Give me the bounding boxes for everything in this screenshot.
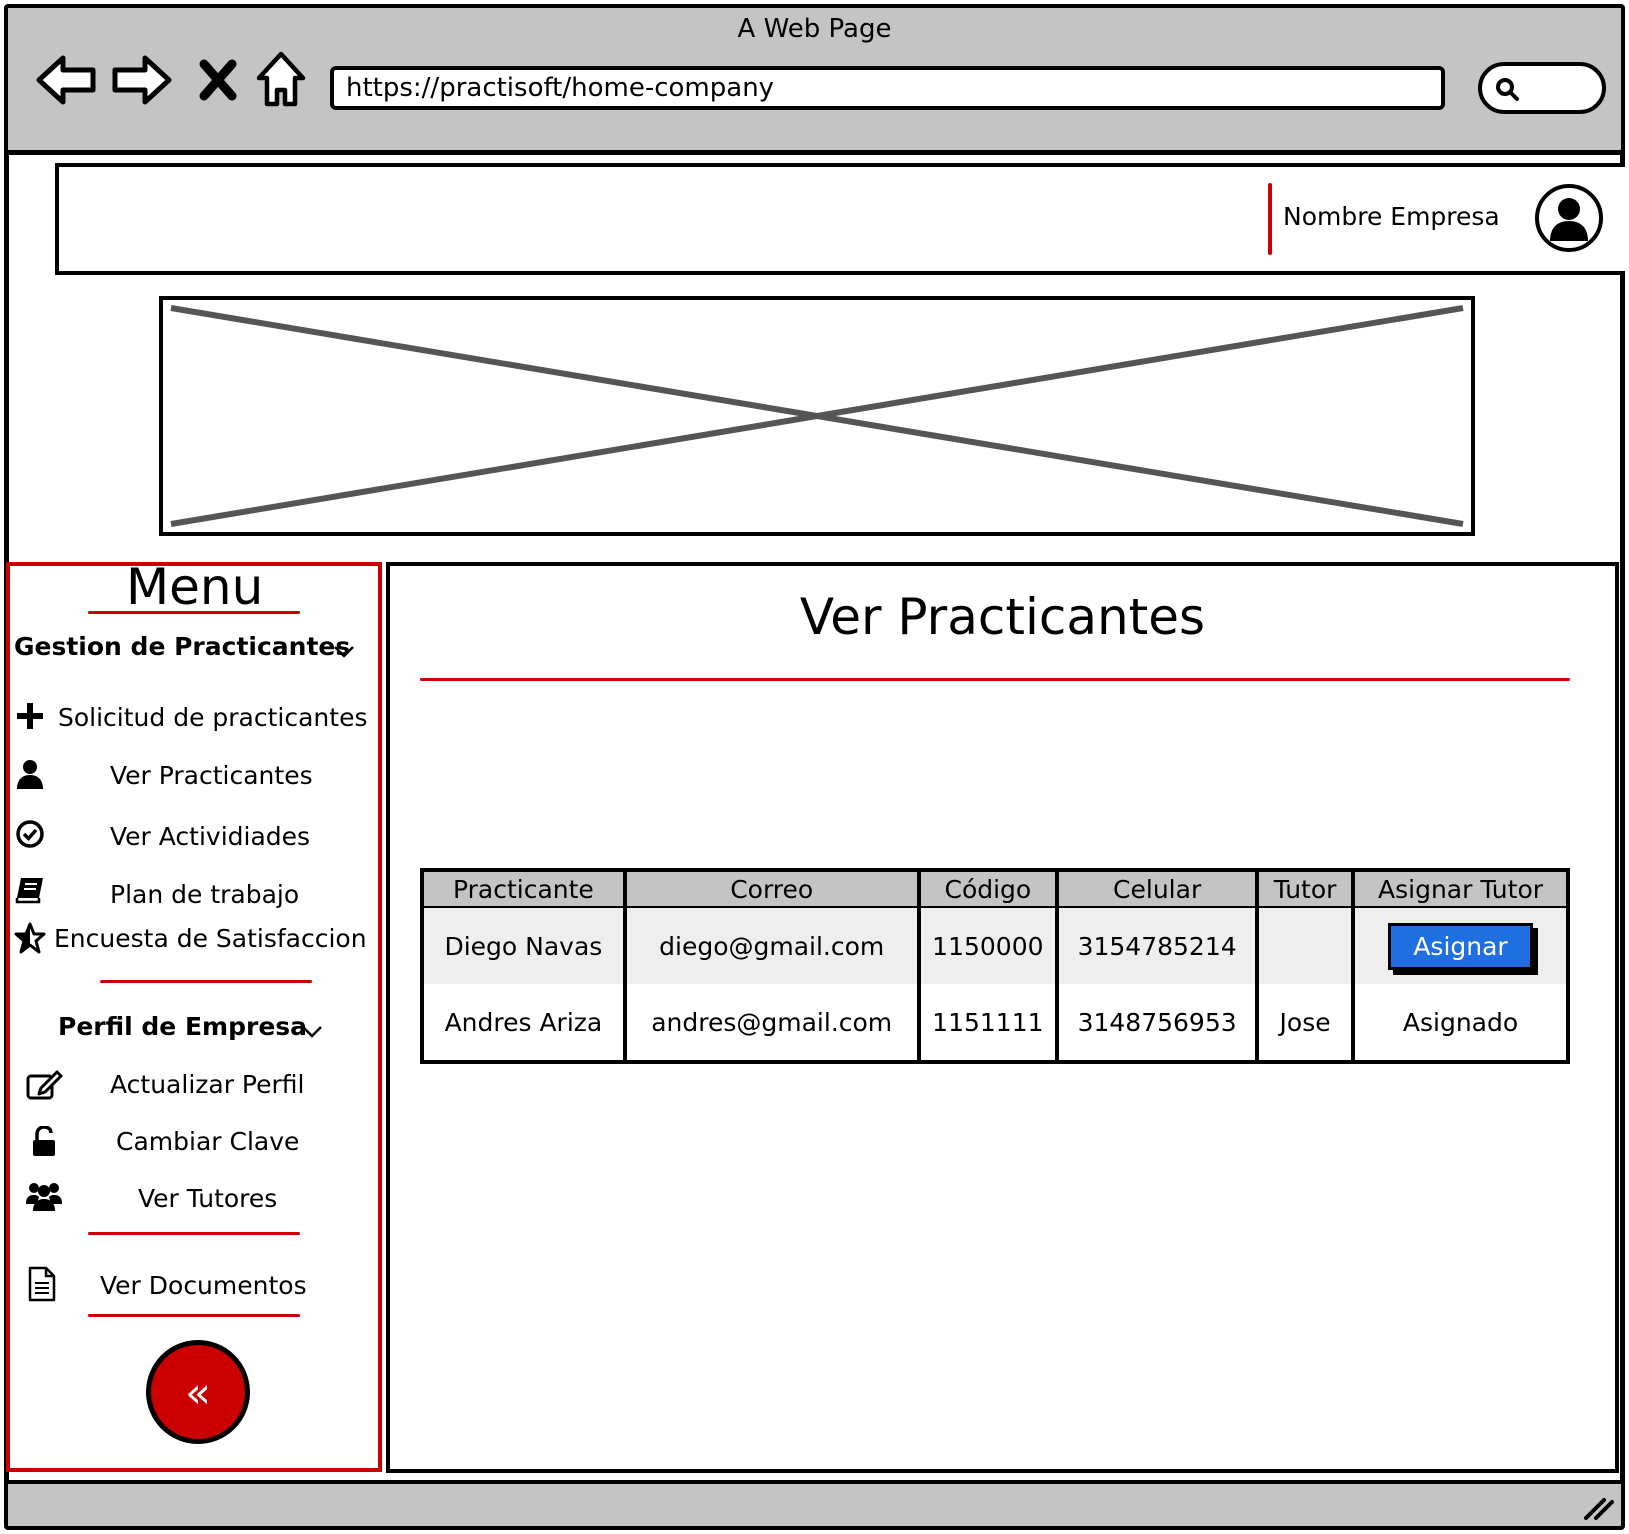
sidebar-item-solicitud[interactable]: Solicitud de practicantes [58, 703, 368, 732]
chevron-down-icon[interactable] [298, 1018, 326, 1046]
table-row: Andres Ariza andres@gmail.com 1151111 31… [422, 984, 1568, 1062]
column-header-tutor[interactable]: Tutor [1255, 870, 1354, 908]
section-divider [100, 980, 312, 983]
unlock-icon [28, 1124, 60, 1160]
browser-search-field[interactable] [1478, 62, 1606, 114]
sidebar-item-plan-trabajo[interactable]: Plan de trabajo [110, 880, 299, 909]
column-header-correo[interactable]: Correo [622, 870, 919, 908]
home-icon[interactable] [254, 48, 308, 112]
star-icon [12, 920, 48, 956]
cell-codigo: 1151111 [916, 984, 1058, 1062]
sidebar-item-ver-tutores[interactable]: Ver Tutores [138, 1184, 277, 1213]
sidebar-item-cambiar-clave[interactable]: Cambiar Clave [116, 1127, 299, 1156]
sidebar-item-encuesta[interactable]: Encuesta de Satisfaccion [54, 924, 367, 953]
resize-handle-icon[interactable] [1582, 1494, 1616, 1526]
forward-arrow-icon[interactable] [110, 48, 174, 112]
collapse-sidebar-button[interactable]: « [146, 1340, 250, 1444]
back-arrow-icon[interactable] [34, 48, 98, 112]
cell-tutor: Jose [1255, 984, 1354, 1062]
table-header-row: Practicante Correo Código Celular Tutor … [422, 870, 1568, 908]
plus-icon [14, 700, 46, 732]
header-divider [1268, 183, 1272, 255]
section-divider [88, 1232, 300, 1235]
search-icon [1496, 78, 1519, 101]
status-bar [8, 1480, 1621, 1526]
title-underline [420, 678, 1570, 681]
company-name: Nombre Empresa [1283, 202, 1500, 231]
book-icon [14, 874, 46, 906]
user-avatar-icon [1550, 198, 1588, 241]
column-header-celular[interactable]: Celular [1055, 870, 1258, 908]
sidebar-item-actualizar-perfil[interactable]: Actualizar Perfil [110, 1070, 304, 1099]
menu-title-underline [88, 611, 300, 614]
window-title: A Web Page [737, 14, 892, 44]
chevron-down-icon[interactable] [330, 638, 358, 666]
cell-celular: 3148756953 [1055, 984, 1258, 1062]
check-circle-icon [14, 818, 46, 850]
avatar[interactable] [1535, 184, 1603, 252]
assign-tutor-button[interactable]: Asignar [1388, 922, 1533, 970]
double-chevron-left-icon: « [185, 1367, 211, 1417]
stop-x-icon[interactable] [196, 48, 240, 112]
edit-icon [24, 1066, 64, 1102]
sidebar-item-ver-actividades[interactable]: Ver Actividiades [110, 822, 310, 851]
banner-image-placeholder [159, 296, 1475, 536]
column-header-practicante[interactable]: Practicante [422, 870, 625, 908]
practicantes-table: Practicante Correo Código Celular Tutor … [420, 868, 1570, 1064]
cell-action-status: Asignado [1351, 984, 1568, 1062]
menu-title: Menu [126, 558, 264, 616]
cell-action: Asignar [1351, 907, 1568, 984]
document-icon [24, 1264, 60, 1304]
page-title: Ver Practicantes [799, 588, 1206, 646]
cell-practicante: Diego Navas [422, 907, 625, 984]
cell-codigo: 1150000 [916, 907, 1058, 984]
section-gestion-title[interactable]: Gestion de Practicantes [14, 632, 350, 661]
sidebar-item-ver-practicantes[interactable]: Ver Practicantes [110, 761, 313, 790]
sidebar-item-ver-documentos[interactable]: Ver Documentos [100, 1271, 307, 1300]
cell-correo: andres@gmail.com [622, 984, 919, 1062]
table-row: Diego Navas diego@gmail.com 1150000 3154… [422, 907, 1568, 984]
address-bar[interactable]: https://practisoft/home-company [330, 66, 1445, 110]
cell-practicante: Andres Ariza [422, 984, 625, 1062]
cell-celular: 3154785214 [1055, 907, 1258, 984]
column-header-codigo[interactable]: Código [916, 870, 1058, 908]
cell-correo: diego@gmail.com [622, 907, 919, 984]
section-divider [88, 1314, 300, 1317]
column-header-asignar-tutor[interactable]: Asignar Tutor [1351, 870, 1568, 908]
user-icon [14, 756, 46, 792]
cell-tutor [1255, 907, 1354, 984]
section-perfil-title[interactable]: Perfil de Empresa [58, 1012, 307, 1041]
users-icon [24, 1178, 64, 1214]
